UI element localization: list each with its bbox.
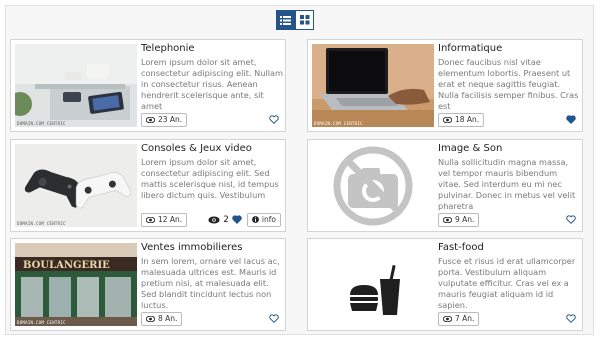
views-count: 9 An. — [455, 215, 475, 224]
card-description: Donec faucibus nisl vitae elementum lobo… — [438, 57, 579, 111]
card-title[interactable]: Fast-food — [438, 242, 484, 253]
likes-counter: 2 — [208, 215, 242, 225]
category-card[interactable]: DOMAIN.COM CENTRIC Informatique Donec fa… — [307, 39, 583, 132]
category-card[interactable]: DOMAIN.COM CENTRIC Consoles & Jeux video… — [10, 139, 286, 232]
favorite-button[interactable] — [564, 213, 578, 227]
card-description: Fusce et risus id erat ullamcorper porta… — [438, 256, 576, 310]
card-title[interactable]: Consoles & Jeux video — [141, 143, 252, 154]
view-toggle — [276, 10, 314, 31]
shop-sign: BOULANGERIE — [23, 260, 110, 271]
card-title[interactable]: Ventes immobilieres — [141, 242, 242, 253]
no-photo-icon — [312, 144, 434, 227]
eye-icon — [443, 116, 452, 123]
eye-icon — [146, 315, 155, 322]
card-description: In sem lorem, ornare vel lacus ac, males… — [141, 256, 280, 310]
views-count: 18 An. — [455, 115, 480, 124]
watermark: DOMAIN.COM CENTRIC — [17, 121, 66, 126]
card-description: Nulla sollicitudin magna massa, vel temp… — [438, 157, 576, 211]
heart-filled-icon — [566, 115, 576, 124]
info-button[interactable]: info — [246, 212, 281, 227]
views-count: 12 An. — [158, 215, 183, 224]
eye-icon — [208, 216, 220, 223]
card-footer: 12 An. 2 info — [141, 212, 281, 227]
heart-filled-icon[interactable] — [232, 215, 242, 224]
card-thumbnail: BOULANGERIE DOMAIN.COM CENTRIC — [15, 243, 137, 326]
info-label: info — [261, 215, 276, 224]
views-badge: 18 An. — [438, 112, 485, 127]
category-card[interactable]: DOMAIN.COM CENTRIC Telephonie Lorem ipsu… — [10, 39, 286, 132]
card-footer: 7 An. — [438, 311, 578, 326]
grid-icon — [299, 15, 309, 25]
card-title[interactable]: Informatique — [438, 43, 502, 54]
category-card[interactable]: BOULANGERIE DOMAIN.COM CENTRIC Ventes im… — [10, 238, 286, 331]
eye-icon — [443, 315, 452, 322]
likes-count: 2 — [223, 214, 229, 225]
eye-icon — [443, 216, 452, 223]
views-badge: 9 An. — [438, 212, 480, 227]
card-footer: 9 An. — [438, 212, 578, 227]
views-badge: 23 An. — [141, 112, 188, 127]
card-title[interactable]: Image & Son — [438, 143, 502, 154]
favorite-button[interactable] — [267, 113, 281, 127]
views-badge: 7 An. — [438, 311, 480, 326]
favorite-button[interactable] — [267, 312, 281, 326]
views-badge: 12 An. — [141, 212, 188, 227]
list-view-button[interactable] — [276, 10, 295, 30]
favorite-button[interactable] — [564, 113, 578, 127]
list-icon — [280, 15, 291, 25]
card-title[interactable]: Telephonie — [141, 43, 195, 54]
watermark: DOMAIN.COM CENTRIC — [314, 121, 363, 126]
eye-icon — [146, 116, 155, 123]
eye-icon — [146, 216, 155, 223]
views-count: 8 An. — [158, 314, 178, 323]
info-icon — [252, 216, 259, 223]
card-description: Lorem ipsum dolor sit amet, consectetur … — [141, 57, 283, 111]
card-thumbnail: DOMAIN.COM CENTRIC — [15, 144, 137, 227]
heart-outline-icon — [566, 215, 576, 224]
heart-outline-icon — [269, 314, 279, 323]
watermark: DOMAIN.COM CENTRIC — [17, 221, 66, 226]
favorite-button[interactable] — [564, 312, 578, 326]
views-badge: 8 An. — [141, 311, 183, 326]
grid-view-button[interactable] — [295, 10, 314, 30]
views-count: 23 An. — [158, 115, 183, 124]
heart-outline-icon — [269, 115, 279, 124]
card-footer: 18 An. — [438, 112, 578, 127]
card-thumbnail: DOMAIN.COM CENTRIC — [15, 44, 137, 127]
card-thumbnail: DOMAIN.COM CENTRIC — [312, 44, 434, 127]
card-description: Lorem ipsum dolor sit amet, consectetur … — [141, 157, 279, 200]
card-thumbnail — [312, 144, 434, 227]
category-card[interactable]: Fast-food Fusce et risus id erat ullamco… — [307, 238, 583, 331]
card-footer: 23 An. — [141, 112, 281, 127]
category-card[interactable]: Image & Son Nulla sollicitudin magna mas… — [307, 139, 583, 232]
fast-food-icon — [312, 243, 434, 326]
views-count: 7 An. — [455, 314, 475, 323]
card-footer: 8 An. — [141, 311, 281, 326]
card-thumbnail — [312, 243, 434, 326]
watermark: DOMAIN.COM CENTRIC — [17, 320, 66, 325]
heart-outline-icon — [566, 314, 576, 323]
